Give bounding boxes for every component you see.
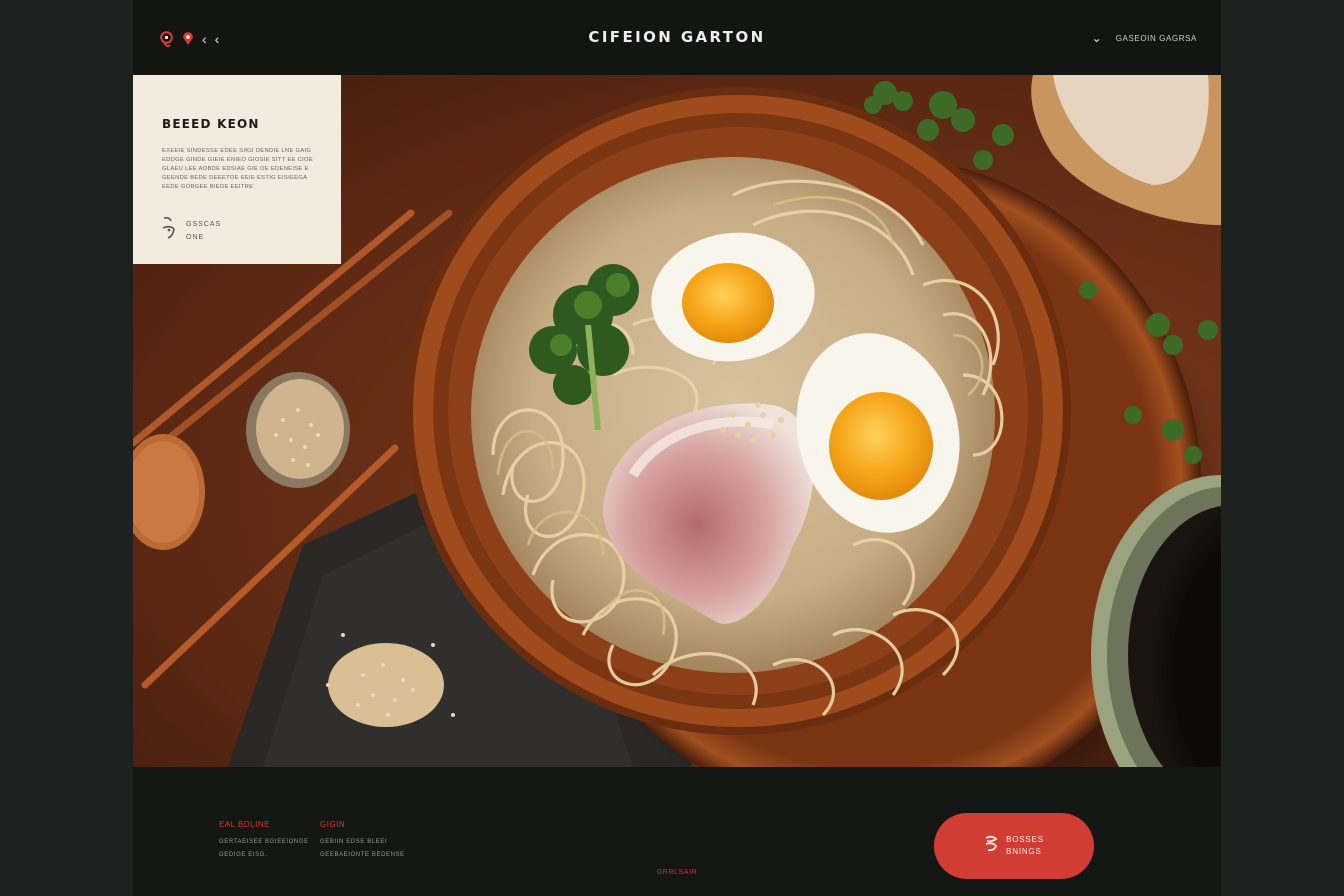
page-frame: ‹ ‹ CIFEION GARTON ⌄ GASEOIN GAGRSA BEEE… — [133, 0, 1221, 896]
dish-info-card: BEEED KEON EXEEIE SINDESSE EDEE SIKU DEN… — [133, 75, 341, 264]
logo-icon — [984, 835, 999, 857]
right-margin — [1221, 0, 1344, 896]
site-brand[interactable]: CIFEION GARTON — [133, 28, 1221, 46]
footer-column-1: EAL BDLINE GERTAEISEE BGIEEIONGE GEDIGE … — [219, 820, 309, 862]
nav-menu-link[interactable]: GASEOIN GAGRSA — [1116, 34, 1197, 43]
chevron-down-icon[interactable]: ⌄ — [1092, 31, 1102, 45]
footer: EAL BDLINE GERTAEISEE BGIEEIONGE GEDIGE … — [133, 767, 1221, 896]
hero-image: BEEED KEON EXEEIE SINDESSE EDEE SIKU DEN… — [133, 75, 1221, 767]
card-description: EXEEIE SINDESSE EDEE SIKU DENDIE LNE GAI… — [162, 148, 313, 190]
order-button-label: BOSSES BNINGS — [1006, 835, 1044, 856]
footer-col1-heading[interactable]: EAL BDLINE — [219, 820, 309, 829]
top-nav: ‹ ‹ CIFEION GARTON ⌄ GASEOIN GAGRSA — [133, 0, 1221, 75]
card-meta-text: GSSCAS ONE — [186, 220, 222, 241]
footer-column-2: GIGIN GEBIIN EDSE BLEEI GEEBAEIONTE BEDE… — [320, 820, 405, 862]
bowl-icon — [162, 216, 179, 245]
card-title: BEEED KEON — [162, 117, 260, 131]
card-meta: GSSCAS ONE — [162, 216, 221, 245]
footer-copyright: GRRLSAIR — [656, 869, 698, 876]
footer-col2-text: GEBIIN EDSE BLEEI GEEBAEIONTE BEDENSE — [320, 839, 405, 858]
footer-col1-text: GERTAEISEE BGIEEIONGE GEDIGE EISG. — [219, 839, 309, 858]
footer-col2-heading[interactable]: GIGIN — [320, 820, 405, 829]
left-margin — [0, 0, 133, 896]
nav-right: ⌄ GASEOIN GAGRSA — [1092, 31, 1197, 45]
